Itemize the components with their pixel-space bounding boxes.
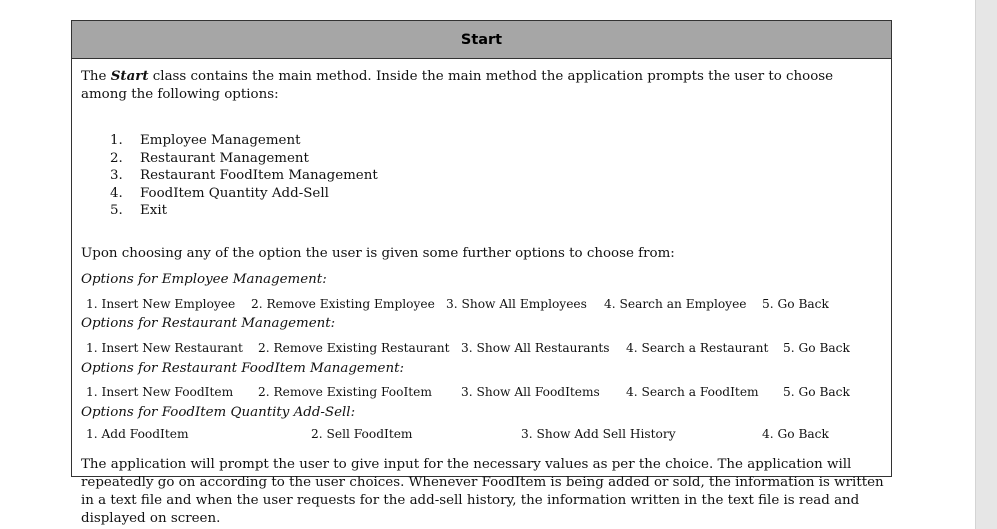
further-options-text: Upon choosing any of the option the user… [81, 246, 675, 261]
class-name: Start [110, 68, 149, 84]
option-item: 2. Remove Existing FooItem [258, 385, 432, 399]
fooditem-options-title: Options for Restaurant FoodItem Manageme… [81, 361, 404, 376]
intro-suffix: class contains the main method. Inside t… [81, 69, 834, 102]
option-item: 4. Search a Restaurant [626, 341, 769, 355]
option-item: 3. Show All Employees [446, 297, 587, 311]
main-options-list: 1. Employee Management 2. Restaurant Manag… [110, 132, 378, 220]
add-sell-options-title: Options for FoodItem Quantity Add-Sell: [81, 405, 356, 420]
list-item: 5. Exit [110, 203, 167, 218]
option-item: 4. Go Back [762, 427, 829, 441]
list-item: 2. Restaurant Management [110, 150, 309, 166]
restaurant-options-title: Options for Restaurant Management: [81, 316, 336, 331]
list-item: 4. FoodItem Quantity Add-Sell [110, 185, 329, 201]
option-item: 1. Insert New FoodItem [86, 385, 234, 399]
closing-paragraph: The application will prompt the user to … [81, 457, 884, 526]
option-item: 4. Search an Employee [604, 297, 747, 311]
option-item: 2. Remove Existing Restaurant [258, 341, 450, 355]
intro-prefix: The [81, 69, 111, 84]
employee-options-title: Options for Employee Management: [81, 272, 327, 287]
option-item: 2. Sell FoodItem [311, 427, 413, 441]
option-item: 3. Show Add Sell History [521, 427, 676, 441]
option-item: 4. Search a FoodItem [626, 385, 759, 399]
option-item: 1. Insert New Restaurant [86, 341, 243, 355]
option-item: 3. Show All FoodItems [461, 385, 600, 399]
list-item: 3. Restaurant FoodItem Management [110, 168, 378, 183]
option-item: 5. Go Back [783, 341, 850, 355]
document-page: Start The Start class contains the main … [0, 0, 975, 529]
box-title: Start [72, 21, 891, 59]
start-class-box: Start The Start class contains the main … [71, 20, 892, 526]
option-item: 1. Add FoodItem [86, 427, 189, 441]
option-item: 5. Go Back [762, 297, 829, 311]
option-item: 1. Insert New Employee [86, 297, 236, 311]
scrollbar-track[interactable] [975, 0, 997, 529]
list-item: 1. Employee Management [110, 133, 301, 148]
option-item: 2. Remove Existing Employee [251, 297, 435, 311]
option-item: 3. Show All Restaurants [461, 341, 610, 355]
intro-paragraph: The Start class contains the main method… [81, 67, 871, 104]
option-item: 5. Go Back [783, 385, 850, 399]
